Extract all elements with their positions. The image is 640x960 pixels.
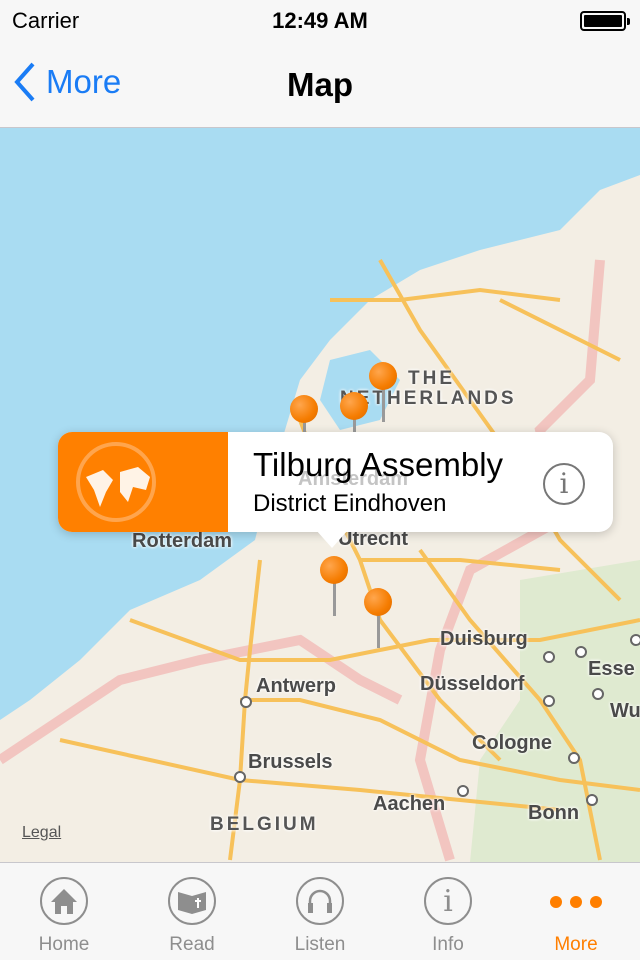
tab-read[interactable]: Read [128,863,256,960]
book-icon [168,877,216,925]
headphones-icon [296,877,344,925]
map-label-bonn: Bonn [528,802,580,824]
tab-label: Info [432,934,464,955]
assembly-image [58,432,228,532]
info-button[interactable]: i [543,463,585,505]
map-label-wu: Wu [610,700,640,722]
navigation-bar: More Map [0,40,640,128]
tab-label: Read [169,934,215,955]
map-label-dusseldorf: Düsseldorf [420,673,525,695]
info-icon: i [424,877,472,925]
map-label-essen: Esse [588,658,635,680]
map-pin[interactable] [369,362,399,422]
more-icon [512,896,640,908]
callout-tail [316,530,348,548]
tab-home[interactable]: Home [0,863,128,960]
home-icon [40,877,88,925]
tab-info[interactable]: i Info [384,863,512,960]
callout-subtitle: District Eindhoven [253,490,447,517]
map-pin[interactable] [364,588,394,648]
map-label-aachen: Aachen [373,793,446,815]
tab-label: Listen [294,934,346,955]
battery-icon [580,11,630,31]
page-title: Map [287,66,353,103]
tab-bar: Home Read Listen i Info More [0,862,640,960]
map-label-belgium: BELGIUM [210,814,319,835]
legal-link[interactable]: Legal [22,824,61,842]
tab-label: More [554,934,598,955]
map-label-antwerp: Antwerp [256,675,336,697]
status-bar: Carrier 12:49 AM [0,0,640,40]
callout-title: Tilburg Assembly [253,446,504,483]
tab-listen[interactable]: Listen [256,863,384,960]
world-globe-icon [76,442,156,522]
map-label-netherlands: THE [408,368,455,389]
tab-more[interactable]: More [512,863,640,960]
map-label-rotterdam: Rotterdam [132,530,233,552]
map-label-brussels: Brussels [248,751,333,773]
map-label-duisburg: Duisburg [440,628,528,650]
map-label-cologne: Cologne [472,732,552,754]
clock: 12:49 AM [272,8,368,33]
tab-label: Home [38,934,90,955]
map-callout[interactable]: Tilburg Assembly District Eindhoven i [58,432,613,548]
map-pin-selected[interactable] [320,556,350,616]
